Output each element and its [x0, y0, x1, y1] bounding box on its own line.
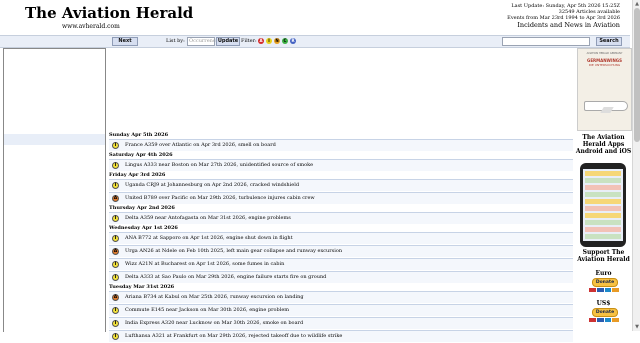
- site-title[interactable]: The Aviation Herald: [25, 4, 193, 22]
- search-input[interactable]: [502, 37, 590, 46]
- site-url: www.avherald.com: [62, 23, 120, 30]
- donate-euro-button[interactable]: Donate: [592, 278, 618, 287]
- accident-icon: A: [112, 248, 119, 255]
- event-row[interactable]: A Urga AN26 at Ndele on Feb 10th 2025, le…: [109, 245, 573, 257]
- scroll-up-icon[interactable]: ▲: [634, 1, 640, 7]
- left-panel-stripe: [4, 134, 105, 145]
- toolbar: Next List by: Occurrence Update Filter: …: [0, 35, 630, 48]
- apps-title[interactable]: The Aviation Herald Apps Android and iOS: [575, 134, 632, 155]
- incident-icon: I: [112, 182, 119, 189]
- event-row[interactable]: I Commute E145 near Jackson on Mar 30th 2…: [109, 304, 573, 316]
- incident-icon: I: [112, 261, 119, 268]
- day-heading: Tuesday Mar 31st 2026: [109, 284, 175, 290]
- event-link[interactable]: Delta A333 at Sao Paulo on Mar 29th 2026…: [125, 274, 326, 281]
- event-row[interactable]: I Lingus A333 near Boston on Mar 27th 202…: [109, 159, 573, 171]
- event-row[interactable]: I ANA B772 at Sapporo on Apr 1st 2026, en…: [109, 232, 573, 244]
- incident-icon: I: [112, 235, 119, 242]
- left-ad-panel: [3, 48, 106, 332]
- event-row[interactable]: I Delta A359 near Antofagasta on Mar 31st…: [109, 212, 573, 224]
- payment-cards-icon: [589, 318, 619, 322]
- scroll-down-icon[interactable]: ▼: [634, 324, 640, 330]
- accident-icon: A: [112, 294, 119, 301]
- event-link[interactable]: India Express A320 near Lucknow on Mar 3…: [125, 320, 303, 327]
- event-row[interactable]: I Uganda CRJ9 at Johannesburg on Apr 2nd …: [109, 179, 573, 191]
- event-link[interactable]: Lingus A333 near Boston on Mar 27th 2026…: [125, 162, 313, 169]
- incident-icon: I: [112, 274, 119, 281]
- event-row[interactable]: I Delta A333 at Sao Paulo on Mar 29th 202…: [109, 271, 573, 283]
- filter-n-icon[interactable]: N: [274, 38, 280, 44]
- filter-r-icon[interactable]: R: [290, 38, 296, 44]
- germanwings-ad[interactable]: AVIATION HERALD GERMANY GERMANWINGS DIE …: [577, 48, 632, 131]
- day-heading: Sunday Apr 5th 2026: [109, 132, 169, 138]
- header-info: Last Update: Sunday, Apr 5th 2026 15:25Z…: [507, 3, 620, 30]
- airplane-wing-icon: [600, 107, 614, 113]
- event-link[interactable]: Wizz A21N at Bucharest on Apr 1st 2026, …: [125, 261, 284, 268]
- filter-a-icon[interactable]: A: [258, 38, 264, 44]
- ad-small-text: AVIATION HERALD GERMANY: [586, 52, 623, 55]
- day-heading: Thursday Apr 2nd 2026: [109, 205, 175, 211]
- day-heading: Wednesday Apr 1st 2026: [109, 225, 178, 231]
- incident-icon: I: [112, 333, 119, 340]
- event-link[interactable]: Urga AN26 at Ndele on Feb 10th 2025, lef…: [125, 248, 342, 255]
- scrollbar-thumb[interactable]: [634, 8, 640, 142]
- tagline: Incidents and News in Aviation: [517, 21, 620, 29]
- filter-c-icon[interactable]: C: [282, 38, 288, 44]
- scrollbar[interactable]: ▲ ▼: [632, 0, 640, 331]
- event-link[interactable]: Lufthansa A321 at Frankfurt on Mar 29th …: [125, 333, 342, 340]
- event-row[interactable]: I Lufthansa A321 at Frankfurt on Mar 29th…: [109, 330, 573, 342]
- search-button[interactable]: Search: [596, 37, 622, 46]
- event-row[interactable]: I France A359 over Atlantic on Apr 3rd 20…: [109, 139, 573, 151]
- accident-icon: A: [112, 195, 119, 202]
- incident-icon: I: [112, 320, 119, 327]
- event-link[interactable]: ANA B772 at Sapporo on Apr 1st 2026, eng…: [125, 235, 293, 242]
- next-button[interactable]: Next: [112, 37, 138, 46]
- event-row[interactable]: A United B789 over Pacific on Mar 29th 20…: [109, 192, 573, 204]
- ad-subtitle: DIE UNTERSUCHUNG: [588, 63, 621, 67]
- header: The Aviation Herald www.avherald.com Las…: [0, 0, 630, 34]
- list-by-label: List by:: [166, 38, 185, 44]
- event-link[interactable]: Delta A359 near Antofagasta on Mar 31st …: [125, 215, 291, 222]
- filter-i-icon[interactable]: I: [266, 38, 272, 44]
- event-link[interactable]: Commute E145 near Jackson on Mar 30th 20…: [125, 307, 289, 314]
- support-title: Support The Aviation Herald: [577, 249, 630, 263]
- event-link[interactable]: Ariana B734 at Kabul on Mar 25th 2026, r…: [125, 294, 304, 301]
- payment-cards-icon: [589, 288, 619, 292]
- usd-label: US$: [596, 300, 611, 307]
- day-heading: Friday Apr 3rd 2026: [109, 172, 166, 178]
- event-row[interactable]: A Ariana B734 at Kabul on Mar 25th 2026, …: [109, 291, 573, 303]
- event-link[interactable]: Uganda CRJ9 at Johannesburg on Apr 2nd 2…: [125, 182, 299, 189]
- update-button[interactable]: Update: [216, 37, 240, 46]
- right-sidebar: AVIATION HERALD GERMANY GERMANWINGS DIE …: [575, 48, 632, 331]
- day-heading: Saturday Apr 4th 2026: [109, 152, 173, 158]
- donate-usd-button[interactable]: Donate: [592, 308, 618, 317]
- event-row[interactable]: I Wizz A21N at Bucharest on Apr 1st 2026,…: [109, 258, 573, 270]
- event-link[interactable]: United B789 over Pacific on Mar 29th 202…: [125, 195, 315, 202]
- incident-icon: I: [112, 307, 119, 314]
- incident-icon: I: [112, 162, 119, 169]
- incident-icon: I: [112, 142, 119, 149]
- event-list: Sunday Apr 5th 2026 I France A359 over Atl…: [109, 131, 573, 343]
- filter-label: Filter:: [241, 38, 257, 44]
- incident-icon: I: [112, 215, 119, 222]
- phone-screen: [583, 169, 623, 241]
- event-link[interactable]: France A359 over Atlantic on Apr 3rd 202…: [125, 142, 276, 149]
- list-by-select[interactable]: Occurrence: [187, 37, 219, 46]
- phone-app-icon[interactable]: [580, 163, 626, 247]
- euro-label: Euro: [595, 270, 612, 277]
- event-row[interactable]: I India Express A320 near Lucknow on Mar …: [109, 317, 573, 329]
